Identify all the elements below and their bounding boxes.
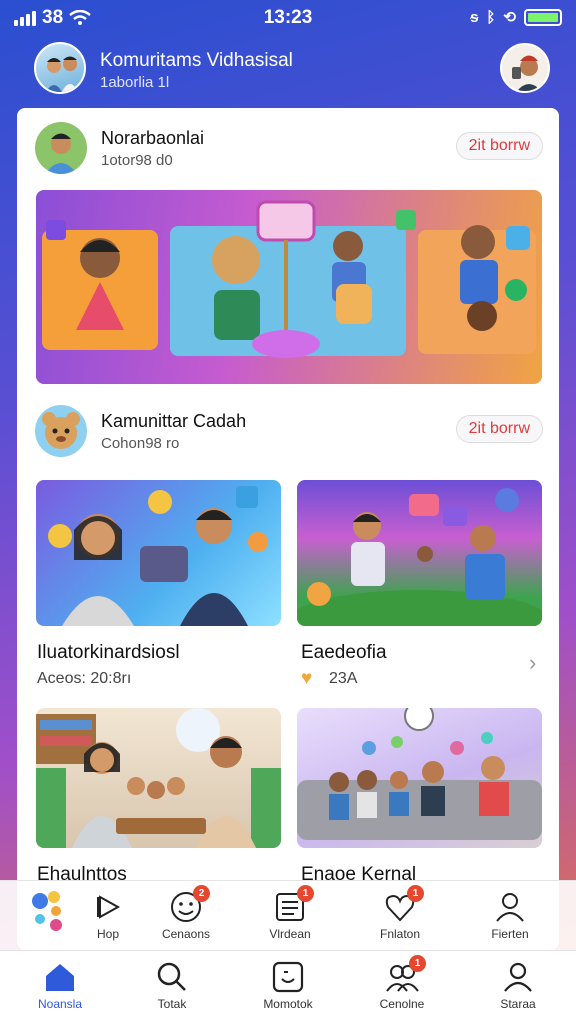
post-title: Norarbaonlai (101, 128, 205, 148)
tile-title[interactable]: Eaedeofia (301, 642, 387, 664)
header-subtitle: 1aborlia 1l (100, 74, 170, 91)
search-icon (154, 959, 190, 995)
play-icon (90, 889, 126, 925)
tab-label: Momotok (263, 997, 313, 1011)
community-avatar[interactable] (34, 42, 86, 94)
secondary-nav: Hop 2 Cenaons 1 Vlrdean 1 Fnlaton Fierte… (0, 880, 576, 950)
tile-subtitle: Aceos: 20:8rı (37, 670, 132, 687)
post-subtitle: 1otor98 d0 (101, 152, 173, 169)
notification-badge: 1 (297, 885, 314, 902)
post-avatar[interactable] (35, 405, 87, 457)
nav-cenaons[interactable]: 2 Cenaons (136, 881, 236, 941)
tab-momotok[interactable]: Momotok (238, 951, 338, 1011)
nav-label: Fierten (491, 927, 529, 941)
tile-image[interactable] (297, 708, 542, 848)
header-title: Komuritams Vidhasisal (100, 50, 293, 71)
nav-vlrdean[interactable]: 1 Vlrdean (240, 881, 340, 941)
profile-icon (500, 959, 536, 995)
tile-image[interactable] (36, 708, 281, 848)
chevron-right-icon[interactable]: › (529, 650, 536, 676)
tile-image[interactable] (297, 480, 542, 626)
tab-totak[interactable]: Totak (122, 951, 222, 1011)
tab-label: Cenolne (379, 997, 425, 1011)
nav-label: Cenaons (161, 927, 211, 941)
profile-avatar[interactable] (500, 43, 550, 93)
post-header: Norarbaonlai 1otor98 d0 2it borrw (17, 120, 559, 180)
tile-subtitle: 23A (329, 670, 358, 687)
notification-badge: 1 (409, 955, 426, 972)
status-bar: 38 13:23 ᵴ ᛒ ⟲ (0, 0, 576, 36)
notification-badge: 2 (193, 885, 210, 902)
battery-icon (524, 8, 562, 26)
post-subtitle: Cohon98 ro (101, 435, 180, 452)
tab-label: Noansla (37, 997, 83, 1011)
tile-title[interactable]: Iluatorkinardsiosl (37, 642, 180, 664)
featured-banner-image[interactable] (36, 190, 542, 384)
heart-icon: 1 (382, 885, 424, 925)
follow-button[interactable]: 2it borrw (455, 132, 543, 160)
post-header: Kamunittar Cadah Cohon98 ro 2it borrw (17, 403, 559, 463)
heart-icon: ♥ (301, 668, 313, 689)
smiley-icon: 2 (168, 885, 210, 925)
feed-card: Norarbaonlai 1otor98 d0 2it borrw Kamuni… (17, 108, 559, 950)
follow-button[interactable]: 2it borrw (455, 415, 543, 443)
tab-label: Staraa (500, 997, 536, 1011)
notification-badge: 1 (407, 885, 424, 902)
post-avatar[interactable] (35, 122, 87, 174)
chat-icon (270, 959, 306, 995)
tile-image[interactable] (36, 480, 281, 626)
tab-cenolne[interactable]: 1 Cenolne (352, 951, 452, 1011)
home-icon (42, 959, 78, 995)
person-icon (492, 889, 528, 925)
group-icon: 1 (384, 955, 426, 995)
nav-fierten[interactable]: Fierten (460, 881, 560, 941)
data-icon: ⟲ (503, 9, 516, 26)
nav-label: Fnlaton (379, 927, 421, 941)
app-header: Komuritams Vidhasisal 1aborlia 1l (0, 40, 576, 102)
nfc-icon: ᵴ (470, 8, 479, 26)
bottom-tab-bar: Noansla Totak Momotok 1 Cenolne Staraa (0, 950, 576, 1024)
bluetooth-icon: ᛒ (486, 8, 496, 26)
tab-label: Totak (157, 997, 187, 1011)
list-icon: 1 (272, 885, 314, 925)
nav-label: Vlrdean (269, 927, 311, 941)
post-title: Kamunittar Cadah (101, 411, 247, 431)
tab-noansla[interactable]: Noansla (10, 951, 110, 1011)
nav-fnlaton[interactable]: 1 Fnlaton (350, 881, 450, 941)
tab-staraa[interactable]: Staraa (468, 951, 568, 1011)
